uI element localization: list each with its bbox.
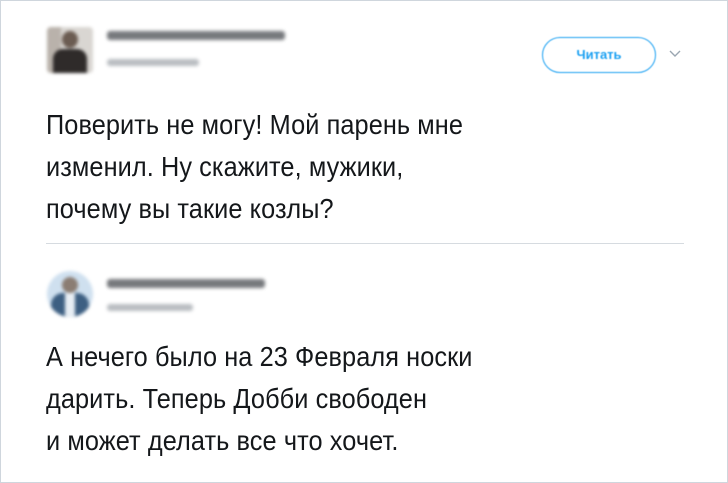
reply-text-line: и может делать все что хочет. [46, 425, 399, 456]
author-handle-blurred[interactable] [107, 304, 193, 311]
tweet-text-line: Поверить не могу! Мой парень мне [46, 109, 464, 140]
reply-text-line: А нечего было на 23 Февраля носки [46, 341, 473, 372]
author-handle-blurred[interactable] [107, 59, 199, 66]
chevron-down-icon[interactable] [668, 49, 682, 59]
tweet-text-line: изменил. Ну скажите, мужики, [46, 151, 404, 182]
reply-text-line: дарить. Теперь Добби свободен [46, 383, 428, 414]
tweet-screenshot: Читать Поверить не могу! Мой парень мне … [0, 0, 728, 483]
tweet-text-line: почему вы такие козлы? [46, 193, 334, 224]
follow-button[interactable]: Читать [542, 37, 656, 73]
avatar[interactable] [47, 271, 93, 317]
avatar[interactable] [47, 27, 93, 73]
author-name-blurred[interactable] [107, 279, 265, 288]
divider [46, 243, 684, 244]
reply-text: А нечего было на 23 Февраля носки дарить… [46, 336, 672, 462]
author-name-blurred[interactable] [107, 31, 285, 40]
tweet-text: Поверить не могу! Мой парень мне изменил… [46, 104, 653, 230]
